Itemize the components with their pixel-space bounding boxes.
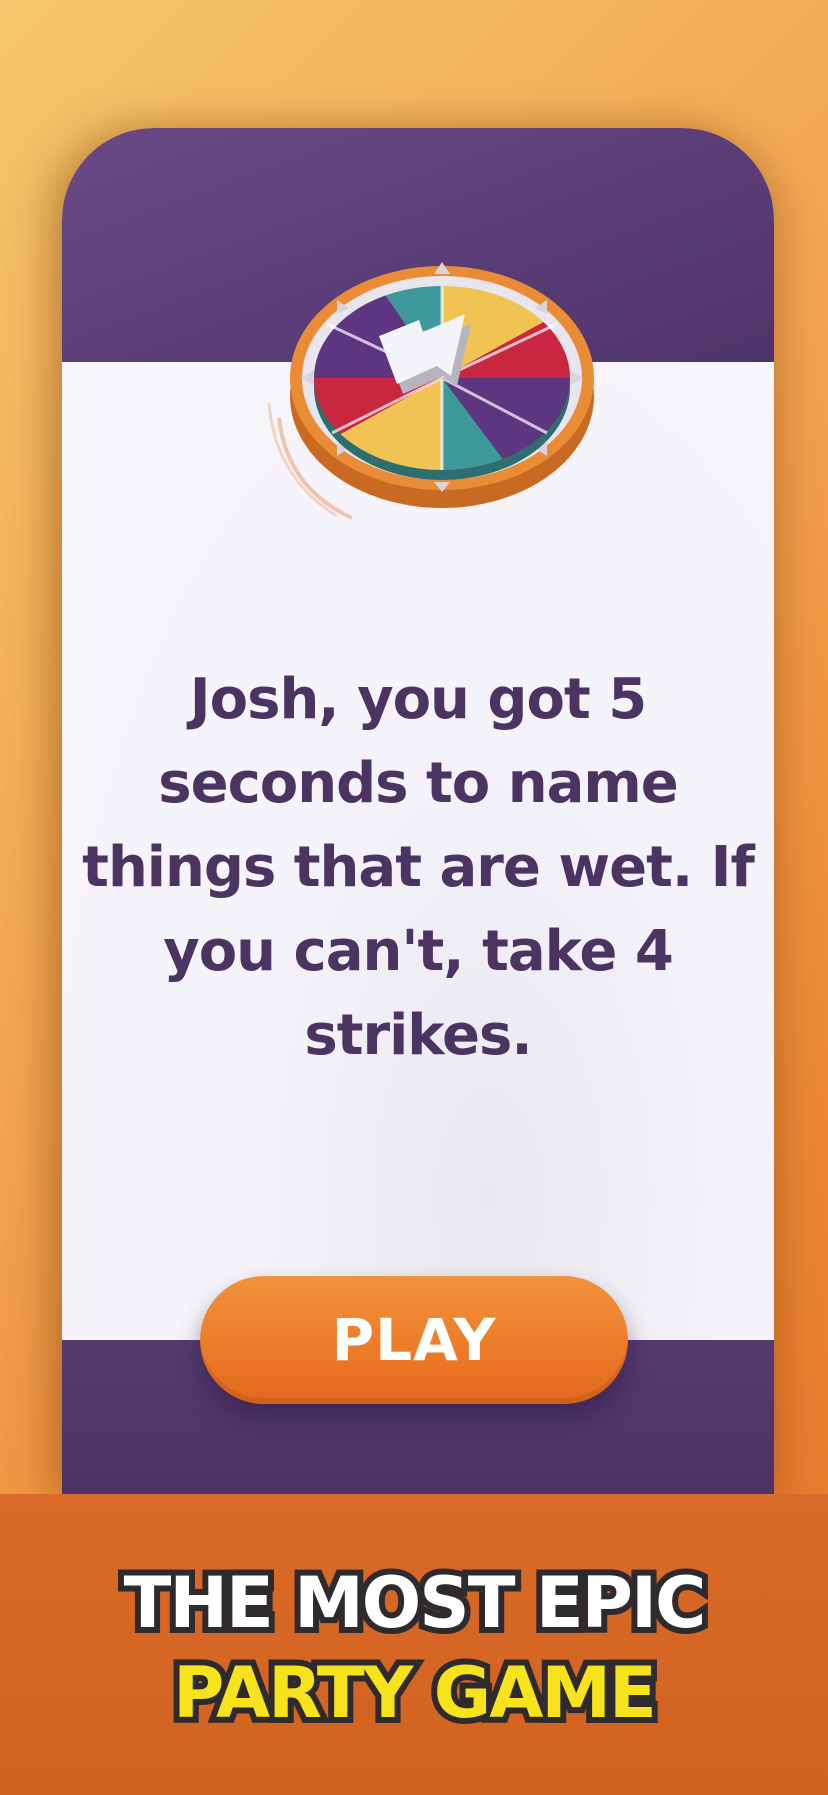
tagline-line-1: THE MOST EPIC (118, 1556, 713, 1650)
promo-banner: THE MOST EPIC PARTY GAME (0, 1494, 828, 1795)
challenge-prompt-text: Josh, you got 5 seconds to name things t… (82, 667, 755, 1068)
spinner-wheel-icon (257, 228, 627, 548)
tagline-line-2: PARTY GAME (167, 1646, 663, 1740)
play-button[interactable]: PLAY (200, 1276, 628, 1404)
